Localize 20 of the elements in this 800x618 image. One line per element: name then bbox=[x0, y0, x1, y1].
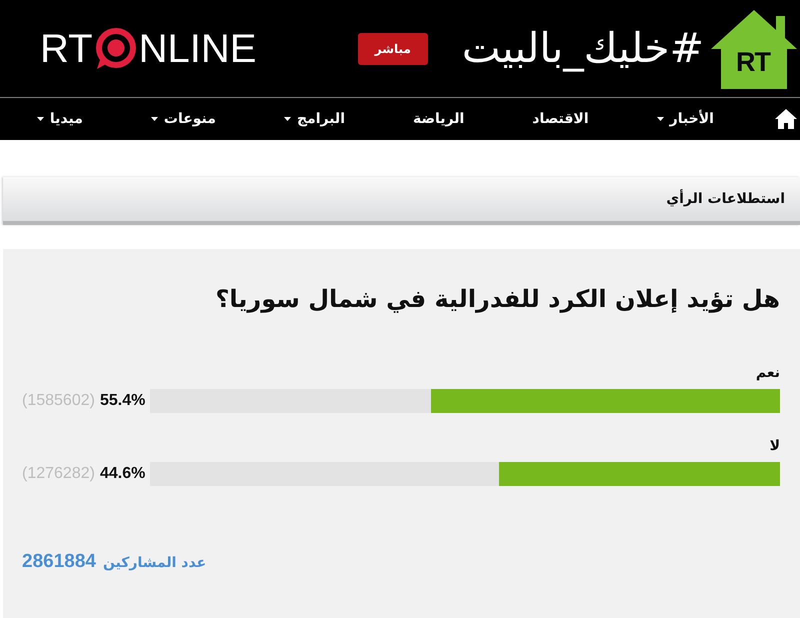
live-button[interactable]: مباشر bbox=[358, 32, 428, 64]
vote-percent: 55.4% bbox=[100, 393, 146, 410]
option-label: لا bbox=[770, 437, 780, 456]
logo-link[interactable]: RT NLINE bbox=[40, 26, 256, 70]
nav-link[interactable]: ميديا bbox=[36, 112, 83, 126]
campaign-hashtag: #خليك_بالبيت bbox=[462, 24, 704, 72]
participants-label: عدد المشاركين bbox=[102, 556, 206, 570]
house-icon bbox=[710, 8, 798, 90]
poll-question: هل تؤيد إعلان الكرد للفدرالية في شمال سوريا؟ bbox=[214, 284, 780, 315]
nav-link[interactable]: الرياضة bbox=[413, 112, 464, 126]
nav-link[interactable]: منوعات bbox=[150, 112, 216, 126]
nav-link[interactable]: الاقتصاد bbox=[532, 112, 589, 126]
house-logo-text: RT bbox=[736, 48, 770, 76]
nav-link[interactable]: البرامج bbox=[284, 112, 345, 126]
option-label: نعم bbox=[756, 364, 780, 382]
vote-percent: 44.6% bbox=[100, 466, 146, 482]
nav-link[interactable]: الأخبار bbox=[656, 112, 714, 126]
section-title: استطلاعات الرأي bbox=[666, 190, 785, 208]
participants-count: 2861884 bbox=[22, 552, 96, 572]
home-icon[interactable] bbox=[774, 108, 798, 130]
